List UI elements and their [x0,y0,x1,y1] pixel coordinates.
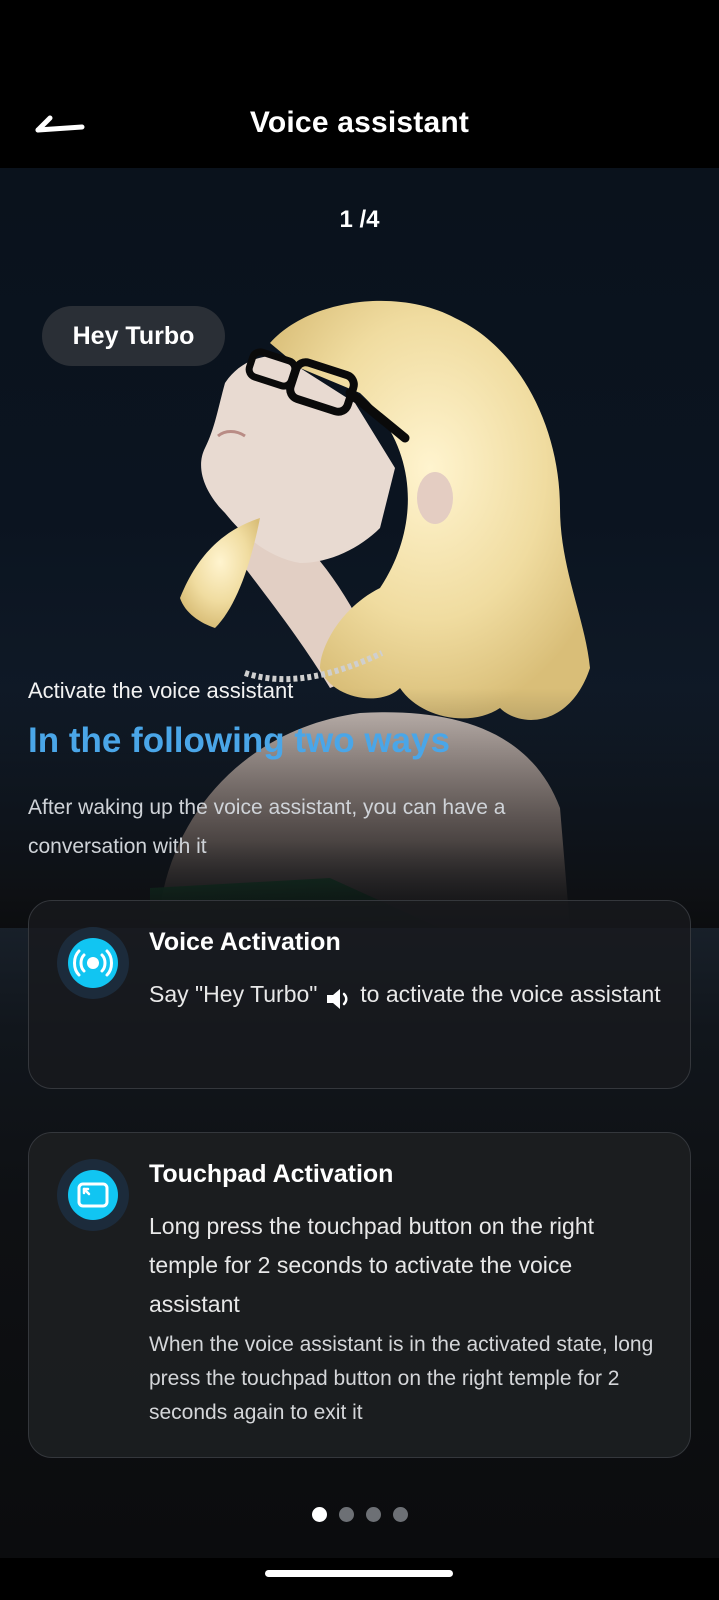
speaker-icon [324,984,354,1009]
voice-activation-body: Say "Hey Turbo" to activate the voice as… [149,975,669,1014]
system-nav-bar [0,1558,719,1600]
voice-activation-card: Voice Activation Say "Hey Turbo" to acti… [28,900,691,1089]
intro-description: After waking up the voice assistant, you… [28,796,506,858]
page-dot[interactable] [338,1507,354,1522]
voice-body-before: Say "Hey Turbo" [149,981,318,1007]
app-header: Voice assistant [0,0,719,168]
touchpad-activation-body: Long press the touchpad button on the ri… [149,1213,594,1317]
voice-activation-title: Voice Activation [149,928,341,956]
voice-icon-ring [57,927,129,999]
intro-title: In the following two ways [28,721,450,760]
voice-wave-icon [68,938,118,988]
touchpad-activation-title: Touchpad Activation [149,1160,394,1188]
page-counter: 1 /4 [339,206,380,233]
voice-body-after: to activate the voice assistant [360,981,661,1007]
intro-kicker: Activate the voice assistant [28,678,294,703]
page-dot[interactable] [365,1507,381,1522]
touchpad-icon-ring [57,1159,129,1231]
home-indicator[interactable] [265,1570,453,1577]
onboarding-stage: 1 /4 Hey Turbo Activate the voice assist… [0,168,719,1558]
touchpad-activation-card: Touchpad Activation Long press the touch… [28,1132,691,1458]
page-dot[interactable] [392,1507,408,1522]
touchpad-exit-note: When the voice assistant is in the activ… [149,1333,654,1424]
wake-word-chip: Hey Turbo [42,306,225,366]
page-dot[interactable] [311,1507,327,1522]
touchpad-icon [68,1170,118,1220]
page-title: Voice assistant [249,106,470,139]
page-indicator [0,1507,719,1522]
